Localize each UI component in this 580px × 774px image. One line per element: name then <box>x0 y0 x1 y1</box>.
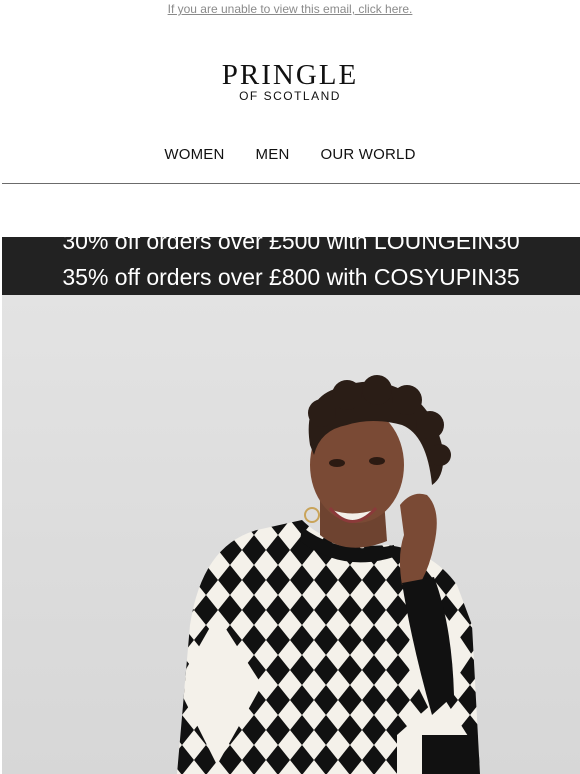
preheader: If you are unable to view this email, cl… <box>0 0 580 18</box>
nav-divider <box>2 183 580 184</box>
promo-banner[interactable]: 30% off orders over £500 with LOUNGEIN30… <box>2 237 580 295</box>
brand-logo[interactable]: PRINGLE OF SCOTLAND <box>0 60 580 103</box>
main-nav: WOMEN MEN OUR WORLD <box>0 146 580 163</box>
promo-line-2: 35% off orders over £800 with COSYUPIN35 <box>62 264 520 290</box>
nav-item-women[interactable]: WOMEN <box>164 146 224 163</box>
nav-item-our-world[interactable]: OUR WORLD <box>320 146 415 163</box>
hero-image[interactable] <box>2 295 580 774</box>
view-in-browser-link[interactable]: If you are unable to view this email, cl… <box>168 2 413 16</box>
hero-photo-illustration <box>177 375 480 774</box>
promo-line-1: 30% off orders over £500 with LOUNGEIN30 <box>62 237 520 254</box>
nav-item-men[interactable]: MEN <box>256 146 290 163</box>
logo-wordmark: PRINGLE <box>221 59 359 91</box>
logo-subtitle: OF SCOTLAND <box>239 89 341 103</box>
